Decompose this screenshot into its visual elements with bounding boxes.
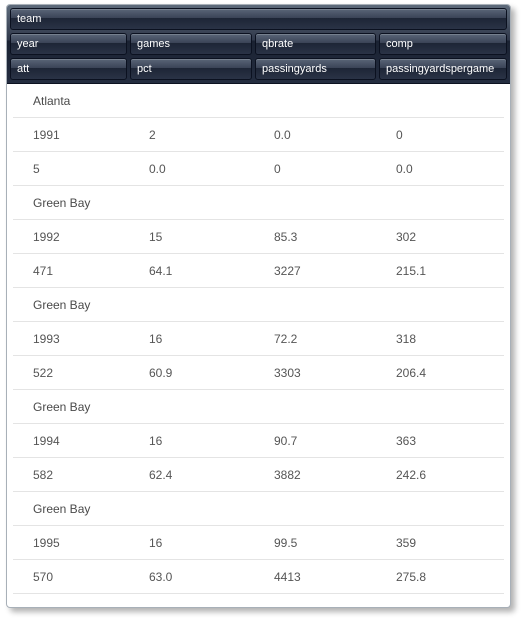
cell-c3: 242.6: [396, 468, 504, 482]
col-header-passingyardspergame[interactable]: passingyardspergame: [379, 58, 507, 80]
col-header-att[interactable]: att: [10, 58, 127, 80]
col-header-qbrate[interactable]: qbrate: [255, 33, 376, 55]
table-row[interactable]: 19951699.5359: [13, 526, 504, 560]
cell-c0: Green Bay: [33, 502, 149, 516]
header-row-1: team: [10, 8, 507, 30]
cell-c3: 363: [396, 434, 504, 448]
cell-c2: 3882: [274, 468, 396, 482]
table-row[interactable]: 52260.93303206.4: [13, 356, 504, 390]
cell-c2: 3227: [274, 264, 396, 278]
cell-c0: 582: [33, 468, 149, 482]
cell-c3: 275.8: [396, 570, 504, 584]
cell-c1: 60.9: [149, 366, 274, 380]
cell-c3: 215.1: [396, 264, 504, 278]
table-row[interactable]: Green Bay: [13, 594, 504, 602]
header-row-3: att pct passingyards passingyardspergame: [10, 58, 507, 80]
cell-c1: 64.1: [149, 264, 274, 278]
cell-c2: 0: [274, 162, 396, 176]
data-grid-panel: team year games qbrate comp att pct pass…: [6, 4, 511, 608]
header-row-2: year games qbrate comp: [10, 33, 507, 55]
cell-c2: 0.0: [274, 128, 396, 142]
table-row[interactable]: 57063.04413275.8: [13, 560, 504, 594]
cell-c0: 522: [33, 366, 149, 380]
table-row[interactable]: Atlanta: [13, 84, 504, 118]
cell-c0: 1992: [33, 230, 149, 244]
cell-c0: Atlanta: [33, 94, 149, 108]
cell-c0: 1995: [33, 536, 149, 550]
col-header-pct[interactable]: pct: [130, 58, 252, 80]
cell-c3: 0: [396, 128, 504, 142]
col-header-comp[interactable]: comp: [379, 33, 507, 55]
column-header-area: team year games qbrate comp att pct pass…: [7, 5, 510, 84]
cell-c0: Green Bay: [33, 298, 149, 312]
cell-c1: 2: [149, 128, 274, 142]
table-row[interactable]: Green Bay: [13, 288, 504, 322]
table-row[interactable]: 19921585.3302: [13, 220, 504, 254]
cell-c1: 16: [149, 434, 274, 448]
cell-c0: 1994: [33, 434, 149, 448]
col-header-games[interactable]: games: [130, 33, 252, 55]
cell-c0: Green Bay: [33, 196, 149, 210]
cell-c2: 99.5: [274, 536, 396, 550]
col-header-team[interactable]: team: [10, 8, 507, 30]
cell-c0: 5: [33, 162, 149, 176]
cell-c2: 90.7: [274, 434, 396, 448]
cell-c1: 16: [149, 536, 274, 550]
cell-c0: 1993: [33, 332, 149, 346]
cell-c1: 15: [149, 230, 274, 244]
cell-c0: 1991: [33, 128, 149, 142]
table-row[interactable]: 19931672.2318: [13, 322, 504, 356]
cell-c3: 206.4: [396, 366, 504, 380]
col-header-year[interactable]: year: [10, 33, 127, 55]
cell-c3: 0.0: [396, 162, 504, 176]
table-row[interactable]: 47164.13227215.1: [13, 254, 504, 288]
table-row[interactable]: Green Bay: [13, 492, 504, 526]
cell-c2: 85.3: [274, 230, 396, 244]
table-row[interactable]: 50.000.0: [13, 152, 504, 186]
cell-c3: 318: [396, 332, 504, 346]
cell-c3: 359: [396, 536, 504, 550]
table-row[interactable]: 199120.00: [13, 118, 504, 152]
col-header-passingyards[interactable]: passingyards: [255, 58, 376, 80]
table-row[interactable]: 19941690.7363: [13, 424, 504, 458]
cell-c2: 4413: [274, 570, 396, 584]
cell-c0: Green Bay: [33, 400, 149, 414]
cell-c1: 63.0: [149, 570, 274, 584]
cell-c2: 3303: [274, 366, 396, 380]
cell-c0: 570: [33, 570, 149, 584]
table-row[interactable]: Green Bay: [13, 186, 504, 220]
table-row[interactable]: Green Bay: [13, 390, 504, 424]
cell-c2: 72.2: [274, 332, 396, 346]
cell-c0: 471: [33, 264, 149, 278]
grid-body: Atlanta199120.0050.000.0Green Bay1992158…: [7, 84, 510, 602]
cell-c3: 302: [396, 230, 504, 244]
cell-c1: 62.4: [149, 468, 274, 482]
table-row[interactable]: 58262.43882242.6: [13, 458, 504, 492]
cell-c1: 0.0: [149, 162, 274, 176]
cell-c1: 16: [149, 332, 274, 346]
